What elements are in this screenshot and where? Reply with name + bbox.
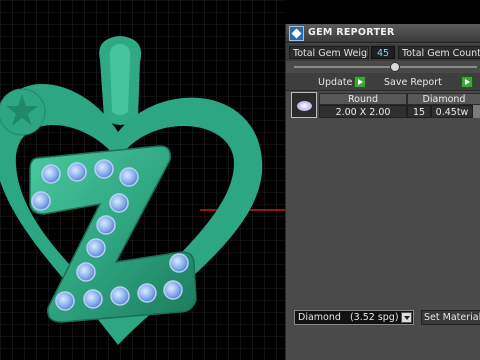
material-spg: (3.52 spg) xyxy=(349,312,399,323)
total-gem-count-label: Total Gem Count xyxy=(398,46,480,59)
viewport-canvas[interactable] xyxy=(0,0,286,360)
gem-reporter-icon xyxy=(289,26,304,41)
slider-knob[interactable] xyxy=(390,62,400,72)
panel-slider[interactable] xyxy=(286,61,480,73)
table-header-material: Diamond xyxy=(407,93,480,105)
round-gem-thumbnail[interactable] xyxy=(291,92,317,118)
panel-titlebar[interactable]: GEM REPORTER xyxy=(286,24,480,43)
chevron-down-icon[interactable] xyxy=(401,312,412,323)
table-header-shape: Round xyxy=(319,93,407,105)
gem-reporter-panel: GEM REPORTER Total Gem Weight 45 Total G… xyxy=(285,24,480,360)
slider-track xyxy=(294,66,477,68)
pendant-bail xyxy=(99,36,142,125)
set-material-button[interactable]: Set Material xyxy=(421,310,480,325)
update-label: Update xyxy=(318,77,353,88)
total-gem-weight-label: Total Gem Weight xyxy=(289,46,369,59)
set-material-label: Set Material xyxy=(424,312,480,323)
table-cell-size: 2.00 X 2.00 xyxy=(319,105,407,118)
total-gem-weight-value: 45 xyxy=(371,46,395,59)
material-selected: Diamond xyxy=(298,312,341,323)
action-row: Update Save Report xyxy=(286,73,480,91)
star-ornament xyxy=(0,88,46,136)
table-cell-count: 15 xyxy=(407,105,431,118)
update-button[interactable] xyxy=(354,76,366,88)
table-scrollbar[interactable] xyxy=(473,105,480,118)
material-select[interactable]: Diamond (3.52 spg) xyxy=(294,310,414,325)
table-cell-weight: 0.45tw xyxy=(431,105,473,118)
save-report-button[interactable] xyxy=(461,76,473,88)
totals-row: Total Gem Weight 45 Total Gem Count xyxy=(286,44,480,61)
panel-title: GEM REPORTER xyxy=(308,27,395,38)
viewport-3d[interactable] xyxy=(0,0,286,360)
gem-table: Round Diamond 2.00 X 2.00 15 0.45tw xyxy=(291,92,480,120)
save-report-label: Save Report xyxy=(384,77,442,88)
material-row: Diamond (3.52 spg) Set Material xyxy=(286,309,480,327)
